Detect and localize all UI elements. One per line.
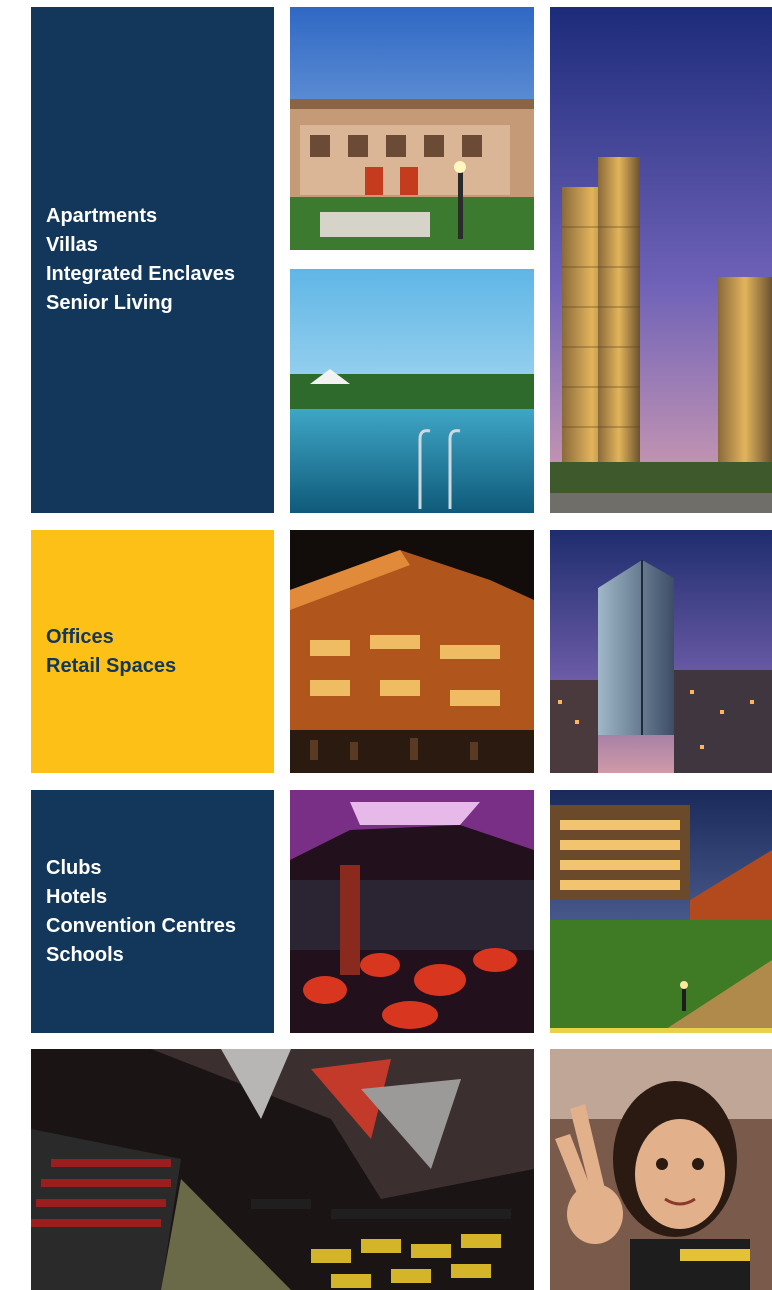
- panel-line-offices: Offices: [46, 625, 114, 648]
- panel-line-retail-spaces: Retail Spaces: [46, 654, 177, 677]
- panel-line-villas: Villas: [46, 234, 98, 256]
- mall-photo: [290, 530, 534, 773]
- panel-line-convention-centres: Convention Centres: [46, 914, 237, 937]
- panel-line-clubs: Clubs: [46, 856, 102, 879]
- panel-line-schools: Schools: [46, 943, 124, 966]
- residential-panel: Apartments Villas Integrated Enclaves Se…: [31, 7, 274, 513]
- panel-line-apartments: Apartments: [46, 205, 158, 227]
- lounge-photo: [290, 790, 534, 1033]
- office-tower-photo: [550, 530, 772, 773]
- pool-photo: [290, 269, 534, 513]
- hospitality-panel: Clubs Hotels Convention Centres Schools: [31, 790, 274, 1033]
- hotel-photo: [550, 790, 772, 1033]
- commercial-panel: Offices Retail Spaces: [31, 530, 274, 773]
- villa-photo: [290, 7, 534, 250]
- towers-photo: [550, 7, 772, 513]
- panel-line-senior-living: Senior Living: [46, 292, 173, 314]
- panel-line-integrated-enclaves: Integrated Enclaves: [46, 263, 235, 285]
- auditorium-photo: [31, 1049, 534, 1290]
- child-photo: [550, 1049, 772, 1290]
- panel-line-hotels: Hotels: [46, 885, 108, 908]
